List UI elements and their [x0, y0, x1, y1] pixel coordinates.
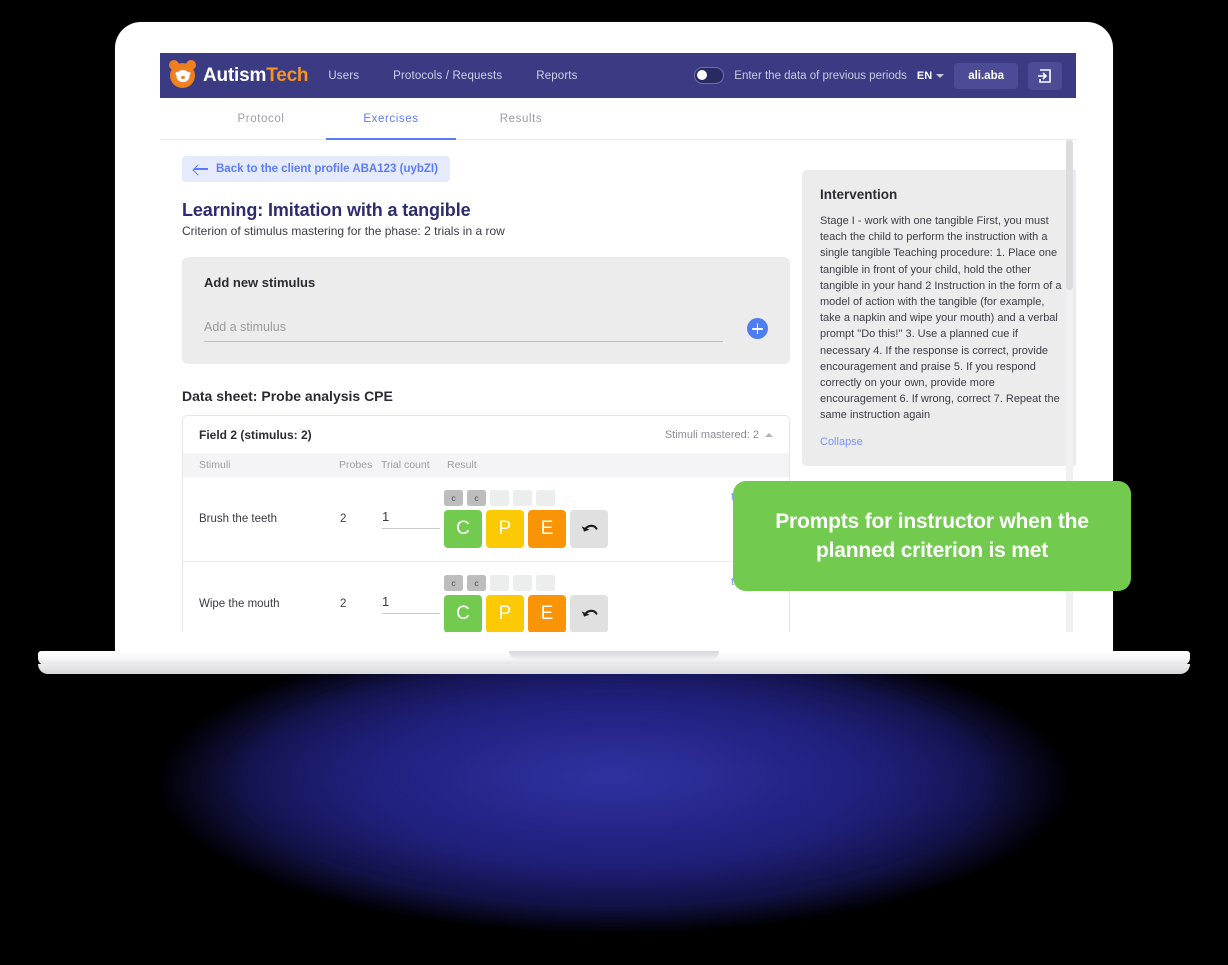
result-button-prompted[interactable]: P [486, 595, 524, 632]
cell-probes: 2 [339, 477, 381, 562]
table-header-row: Stimuli Probes Trial count Result [183, 453, 789, 477]
chevron-down-icon [936, 73, 945, 78]
add-stimulus-input[interactable] [204, 320, 723, 342]
column-header-stimuli: Stimuli [183, 453, 339, 477]
app-header: AutismTech Users Protocols / Requests Re… [160, 53, 1076, 98]
nav-item-users[interactable]: Users [328, 70, 359, 82]
chevron-up-icon [765, 433, 773, 437]
back-button-label: Back to the client profile ABA123 (uybZI… [216, 163, 438, 175]
back-to-client-profile-button[interactable]: Back to the client profile ABA123 (uybZI… [182, 156, 450, 182]
history-chip: c [444, 490, 463, 506]
history-chip: c [467, 575, 486, 591]
nav-item-protocols-requests[interactable]: Protocols / Requests [393, 70, 502, 82]
field-label: Field 2 (stimulus: 2) [199, 428, 312, 442]
data-sheet-header: Field 2 (stimulus: 2) Stimuli mastered: … [183, 428, 789, 453]
result-button-error[interactable]: E [528, 510, 566, 548]
intervention-title: Intervention [820, 187, 898, 202]
history-chip [536, 575, 555, 591]
data-sheet-card: Field 2 (stimulus: 2) Stimuli mastered: … [182, 415, 790, 632]
cell-stimuli: Brush the teeth [183, 477, 339, 562]
cell-trial-count: 1 [381, 561, 443, 632]
add-stimulus-row [204, 318, 768, 342]
previous-periods-label: Enter the data of previous periods [734, 69, 907, 82]
toggle-knob [696, 69, 708, 80]
table-head: Stimuli Probes Trial count Result [183, 453, 789, 477]
data-sheet-title: Data sheet: Probe analysis CPE [182, 388, 393, 404]
brand-name-first: Autism [203, 64, 267, 86]
tab-results[interactable]: Results [456, 98, 586, 139]
result-button-correct[interactable]: C [444, 510, 482, 548]
result-button-row: C P E [444, 595, 788, 632]
previous-periods-toggle[interactable] [694, 67, 725, 84]
brand-name: AutismTech [203, 64, 309, 87]
intervention-body: Stage I - work with one tangible First, … [820, 215, 1062, 422]
stimuli-mastered-label: Stimuli mastered: 2 [664, 429, 759, 441]
brand-logo[interactable]: AutismTech [169, 60, 309, 88]
logout-button[interactable] [1028, 61, 1062, 90]
result-button-prompted[interactable]: P [486, 510, 524, 548]
cell-stimuli: Wipe the mouth [183, 561, 339, 632]
column-header-trial-count: Trial count [381, 453, 443, 477]
page-title: Learning: Imitation with a tangible [182, 200, 471, 220]
history-chip [490, 575, 509, 591]
cell-trial-count: 1 [381, 477, 443, 562]
main-nav: Users Protocols / Requests Reports [328, 70, 577, 82]
scrollbar-thumb[interactable] [1066, 140, 1073, 290]
add-stimulus-button[interactable] [747, 318, 768, 339]
left-column: Back to the client profile ABA123 (uybZI… [182, 140, 790, 632]
section-tabs: Protocol Exercises Results [160, 98, 1076, 140]
history-chip: c [444, 575, 463, 591]
collapse-link[interactable]: Collapse [820, 436, 863, 448]
tab-exercises[interactable]: Exercises [326, 98, 456, 140]
language-value: EN [916, 69, 933, 82]
table-body: Brush the teeth 2 1 c c C P E Wipe the m… [183, 477, 789, 632]
laptop-notch [509, 651, 719, 660]
nav-item-reports[interactable]: Reports [536, 70, 577, 82]
history-chip [513, 575, 532, 591]
laptop-glow-inner [69, 640, 1159, 940]
history-chip: c [467, 490, 486, 506]
brand-name-second: Tech [266, 64, 309, 86]
probe-analysis-table: Stimuli Probes Trial count Result Brush … [183, 453, 789, 632]
arrow-left-icon [194, 164, 208, 174]
history-chip [536, 490, 555, 506]
user-menu-button[interactable]: ali.aba [954, 62, 1018, 89]
column-header-result: Result [443, 453, 789, 477]
trial-count-value[interactable]: 1 [382, 594, 440, 614]
intervention-panel: Intervention Stage I - work with one tan… [802, 170, 1076, 466]
logout-icon [1038, 68, 1051, 83]
table-row: Brush the teeth 2 1 c c C P E [183, 477, 789, 562]
page-subtitle: Criterion of stimulus mastering for the … [182, 224, 505, 238]
undo-button[interactable] [570, 510, 608, 548]
laptop-base-edge [38, 664, 1190, 674]
stimuli-mastered-toggle[interactable]: Stimuli mastered: 2 [665, 429, 773, 441]
tab-protocol[interactable]: Protocol [196, 98, 326, 139]
trial-count-value[interactable]: 1 [382, 509, 440, 529]
history-chip [490, 490, 509, 506]
header-right-group: Enter the data of previous periods EN al… [694, 61, 1062, 90]
add-new-stimulus-heading: Add new stimulus [204, 275, 316, 290]
cell-probes: 2 [339, 561, 381, 632]
table-row: Wipe the mouth 2 1 c c C P E [183, 561, 789, 632]
screenshot-stage: AutismTech Users Protocols / Requests Re… [0, 0, 1228, 965]
history-chip [513, 490, 532, 506]
column-header-probes: Probes [339, 453, 381, 477]
add-new-stimulus-card: Add new stimulus [182, 257, 790, 364]
undo-icon [581, 524, 597, 532]
language-selector[interactable]: EN [916, 69, 945, 82]
bear-logo-icon [169, 60, 196, 88]
undo-icon [581, 609, 597, 617]
undo-button[interactable] [570, 595, 608, 632]
result-button-error[interactable]: E [528, 595, 566, 632]
callout-tooltip: Prompts for instructor when the planned … [733, 481, 1131, 591]
result-button-correct[interactable]: C [444, 595, 482, 632]
